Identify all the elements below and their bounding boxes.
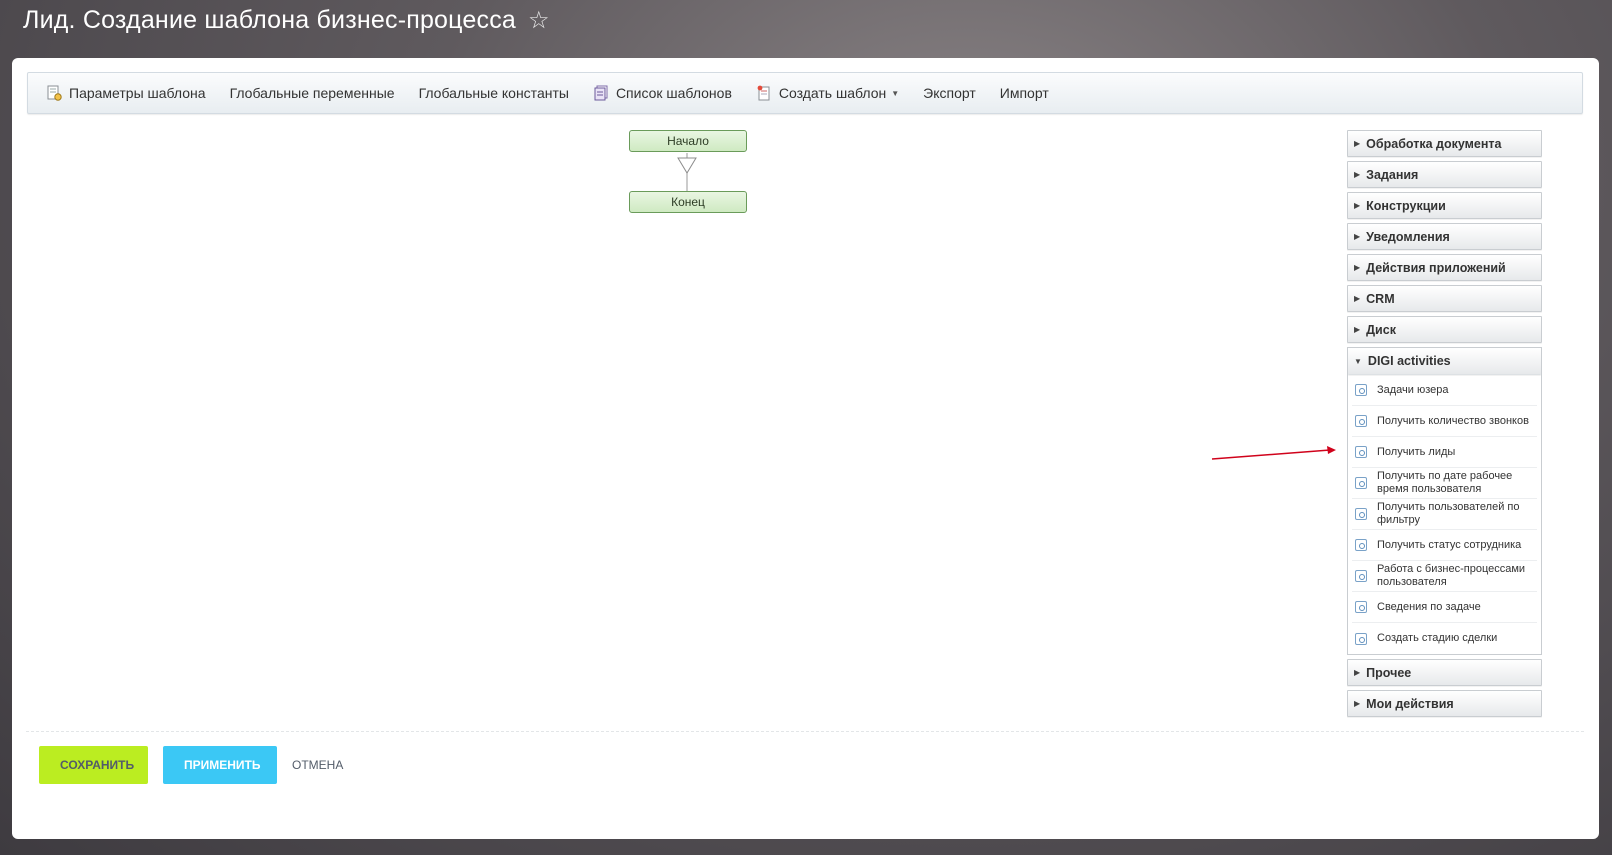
activity-get-work-time[interactable]: Получить по дате рабочее время пользоват…	[1352, 468, 1537, 499]
palette-group-notifications[interactable]: ▶ Уведомления	[1347, 223, 1542, 250]
activity-icon	[1355, 570, 1367, 582]
chevron-right-icon: ▶	[1354, 263, 1361, 272]
template-params-label: Параметры шаблона	[69, 85, 206, 101]
template-params-button[interactable]: Параметры шаблона	[46, 85, 206, 101]
chevron-down-icon: ▼	[1354, 356, 1362, 366]
page-title-bar: Лид. Создание шаблона бизнес-процесса ☆	[23, 6, 550, 35]
global-consts-label: Глобальные константы	[418, 85, 569, 101]
activity-get-leads[interactable]: Получить лиды	[1352, 437, 1537, 468]
star-icon[interactable]: ☆	[528, 6, 550, 35]
template-list-icon	[594, 85, 608, 101]
workflow-canvas[interactable]: Начало Конец	[27, 124, 1327, 724]
end-node-label: Конец	[671, 195, 705, 209]
start-node[interactable]: Начало	[629, 130, 747, 152]
palette-group-constructs[interactable]: ▶ Конструкции	[1347, 192, 1542, 219]
palette-group-label: Задания	[1366, 167, 1419, 182]
palette-group-crm[interactable]: ▶ CRM	[1347, 285, 1542, 312]
palette-group-digi-header[interactable]: ▼ DIGI activities	[1348, 348, 1541, 375]
activity-label: Получить количество звонков	[1377, 414, 1529, 427]
page-title: Лид. Создание шаблона бизнес-процесса	[23, 6, 517, 34]
activity-label: Сведения по задаче	[1377, 600, 1481, 613]
footer-divider	[26, 731, 1584, 732]
export-button[interactable]: Экспорт	[923, 85, 976, 101]
activity-task-info[interactable]: Сведения по задаче	[1352, 592, 1537, 623]
activity-icon	[1355, 508, 1367, 520]
activity-icon	[1355, 446, 1367, 458]
template-list-label: Список шаблонов	[615, 85, 732, 101]
activity-label: Создать стадию сделки	[1377, 632, 1498, 644]
activity-label: Работа с бизнес-процессами пользователя	[1377, 563, 1526, 588]
apply-button[interactable]: ПРИМЕНИТЬ	[163, 746, 277, 784]
palette-group-label: DIGI activities	[1367, 354, 1451, 368]
palette-group-digi-activities: ▼ DIGI activities Задачи юзера Получить …	[1347, 347, 1542, 655]
main-card: Параметры шаблона Глобальные переменные …	[12, 58, 1599, 839]
palette-group-document[interactable]: ▶ Обработка документа	[1347, 130, 1542, 157]
palette-group-label: Мои действия	[1366, 696, 1454, 711]
activity-get-call-count[interactable]: Получить количество звонков	[1352, 406, 1537, 437]
activity-icon	[1355, 415, 1367, 427]
import-button[interactable]: Импорт	[1000, 85, 1049, 101]
create-template-label: Создать шаблон	[778, 85, 887, 101]
chevron-right-icon: ▶	[1354, 170, 1361, 179]
chevron-right-icon: ▶	[1354, 668, 1361, 677]
activity-icon	[1355, 539, 1367, 551]
chevron-right-icon: ▶	[1354, 325, 1361, 334]
chevron-right-icon: ▶	[1354, 232, 1361, 241]
cancel-button[interactable]: ОТМЕНА	[292, 758, 343, 772]
palette-group-label: CRM	[1366, 291, 1395, 306]
activity-icon	[1355, 601, 1367, 613]
chevron-right-icon: ▶	[1354, 699, 1361, 708]
activity-user-tasks[interactable]: Задачи юзера	[1352, 375, 1537, 406]
save-button[interactable]: СОХРАНИТЬ	[39, 746, 148, 784]
start-node-label: Начало	[667, 134, 709, 148]
palette-group-app-actions[interactable]: ▶ Действия приложений	[1347, 254, 1542, 281]
palette-group-my-actions[interactable]: ▶ Мои действия	[1347, 690, 1542, 717]
activity-icon	[1355, 632, 1367, 645]
chevron-right-icon: ▶	[1354, 294, 1361, 303]
palette-group-label: Обработка документа	[1366, 136, 1502, 151]
chevron-down-icon: ▼	[891, 88, 900, 98]
activity-icon	[1355, 477, 1367, 489]
palette-group-disk[interactable]: ▶ Диск	[1347, 316, 1542, 343]
toolbar: Параметры шаблона Глобальные переменные …	[27, 72, 1583, 114]
activity-get-employee-status[interactable]: Получить статус сотрудника	[1352, 530, 1537, 561]
palette-group-label: Прочее	[1366, 665, 1412, 680]
global-consts-button[interactable]: Глобальные константы	[419, 85, 569, 101]
palette-group-tasks[interactable]: ▶ Задания	[1347, 161, 1542, 188]
palette-group-other[interactable]: ▶ Прочее	[1347, 659, 1542, 686]
activity-label: Получить статус сотрудника	[1377, 538, 1522, 551]
connector-arrow	[677, 153, 697, 191]
palette-group-label: Уведомления	[1366, 229, 1450, 244]
palette-group-label: Диск	[1366, 322, 1396, 337]
export-label: Экспорт	[923, 85, 976, 101]
footer-actions: СОХРАНИТЬ ПРИМЕНИТЬ ОТМЕНА	[39, 746, 343, 784]
palette-group-label: Действия приложений	[1366, 260, 1506, 275]
create-template-button[interactable]: Создать шаблон ▼	[756, 85, 899, 101]
chevron-right-icon: ▶	[1354, 201, 1361, 210]
template-settings-icon	[47, 85, 62, 101]
activity-icon	[1355, 384, 1367, 396]
activity-user-bp[interactable]: Работа с бизнес-процессами пользователя	[1352, 561, 1537, 592]
global-vars-button[interactable]: Глобальные переменные	[230, 85, 395, 101]
activity-label: Получить по дате рабочее время пользоват…	[1377, 470, 1513, 495]
activity-label: Задачи юзера	[1377, 383, 1449, 396]
chevron-right-icon: ▶	[1354, 139, 1361, 148]
new-document-icon	[757, 85, 770, 101]
activity-palette: ▶ Обработка документа ▶ Задания ▶ Констр…	[1347, 130, 1542, 721]
end-node[interactable]: Конец	[629, 191, 747, 213]
activity-create-deal-stage[interactable]: Создать стадию сделки	[1352, 623, 1537, 654]
palette-group-label: Конструкции	[1366, 198, 1446, 213]
import-label: Импорт	[999, 85, 1049, 101]
template-list-button[interactable]: Список шаблонов	[593, 85, 732, 101]
activity-label: Получить пользователей по фильтру	[1377, 501, 1520, 526]
activity-label: Получить лиды	[1377, 445, 1456, 458]
global-vars-label: Глобальные переменные	[229, 85, 395, 101]
activity-get-users-by-filter[interactable]: Получить пользователей по фильтру	[1352, 499, 1537, 530]
